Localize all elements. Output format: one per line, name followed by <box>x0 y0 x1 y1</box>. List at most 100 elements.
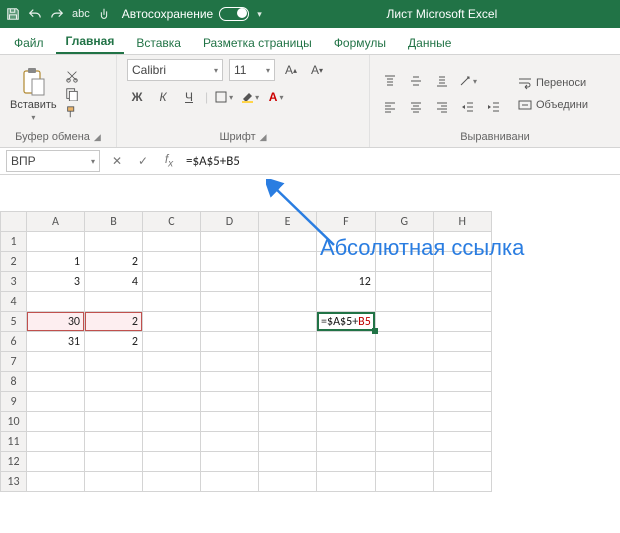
cut-icon[interactable] <box>65 69 79 83</box>
cell[interactable]: 31 <box>27 332 85 352</box>
autosave-switch-icon[interactable] <box>219 7 249 21</box>
col-header[interactable]: F <box>317 212 376 232</box>
formula-abs-ref: $A$5 <box>327 315 352 329</box>
increase-indent-icon[interactable] <box>484 97 504 117</box>
align-center-icon[interactable] <box>406 97 426 117</box>
row-header[interactable]: 1 <box>1 232 27 252</box>
font-dialog-icon[interactable]: ◢ <box>260 132 267 143</box>
fill-handle[interactable] <box>372 328 378 334</box>
tab-home[interactable]: Главная <box>56 30 125 54</box>
spellcheck-icon[interactable]: abc <box>72 8 90 20</box>
group-clipboard-label: Буфер обмена <box>15 131 90 143</box>
cell[interactable]: 2 <box>85 332 143 352</box>
autosave-toggle[interactable]: Автосохранение <box>122 7 249 21</box>
row-header[interactable]: 8 <box>1 372 27 392</box>
font-size-value: 11 <box>234 63 246 77</box>
name-box-value: ВПР <box>11 154 36 168</box>
row-header[interactable]: 4 <box>1 292 27 312</box>
italic-button[interactable]: К <box>153 87 173 107</box>
quick-access-toolbar: abc <box>6 7 110 21</box>
format-painter-icon[interactable] <box>65 105 79 119</box>
insert-function-icon[interactable]: fx <box>158 152 180 169</box>
undo-icon[interactable] <box>28 7 42 21</box>
cell-referenced-abs[interactable]: 30 <box>27 312 85 332</box>
col-header[interactable]: B <box>85 212 143 232</box>
cell[interactable]: 3 <box>27 272 85 292</box>
ribbon-tabs: Файл Главная Вставка Разметка страницы Ф… <box>0 28 620 55</box>
tab-data[interactable]: Данные <box>398 32 461 54</box>
title-bar: abc Автосохранение ▾ Лист Microsoft Exce… <box>0 0 620 28</box>
group-font: Calibri▾ 11▾ A▴ A▾ Ж К Ч | A Шрифт◢ <box>117 55 370 147</box>
cancel-formula-icon[interactable]: ✕ <box>106 154 128 168</box>
group-alignment: Переноси Объедини Выравнивани <box>370 55 620 147</box>
row-header[interactable]: 12 <box>1 452 27 472</box>
borders-icon[interactable] <box>214 87 234 107</box>
font-color-icon[interactable]: A <box>266 87 286 107</box>
fill-color-icon[interactable] <box>240 87 260 107</box>
enter-formula-icon[interactable]: ✓ <box>132 154 154 168</box>
row-header[interactable]: 10 <box>1 412 27 432</box>
formula-bar: ВПР▾ ✕ ✓ fx =$A$5+B5 <box>0 148 620 175</box>
redo-icon[interactable] <box>50 7 64 21</box>
row-header[interactable]: 7 <box>1 352 27 372</box>
col-header[interactable]: G <box>375 212 433 232</box>
font-name-select[interactable]: Calibri▾ <box>127 59 223 81</box>
tab-page-layout[interactable]: Разметка страницы <box>193 32 322 54</box>
autosave-label: Автосохранение <box>122 7 213 21</box>
cell[interactable]: 1 <box>27 252 85 272</box>
bold-button[interactable]: Ж <box>127 87 147 107</box>
align-right-icon[interactable] <box>432 97 452 117</box>
font-size-select[interactable]: 11▾ <box>229 59 275 81</box>
col-header[interactable]: D <box>201 212 259 232</box>
cell[interactable]: 4 <box>85 272 143 292</box>
save-icon[interactable] <box>6 7 20 21</box>
formula-input[interactable]: =$A$5+B5 <box>180 154 620 169</box>
tab-insert[interactable]: Вставка <box>126 32 191 54</box>
cell-referenced-rel[interactable]: 2 <box>85 312 143 332</box>
wrap-text-label: Переноси <box>536 77 586 89</box>
active-cell[interactable]: =$A$5+B5 <box>317 312 376 332</box>
underline-button[interactable]: Ч <box>179 87 199 107</box>
decrease-indent-icon[interactable] <box>458 97 478 117</box>
copy-icon[interactable] <box>65 87 79 101</box>
increase-font-icon[interactable]: A▴ <box>281 60 301 80</box>
qat-customize-icon[interactable]: ▾ <box>257 9 262 20</box>
font-name-value: Calibri <box>132 63 166 77</box>
col-header[interactable]: H <box>433 212 491 232</box>
row-header[interactable]: 13 <box>1 472 27 492</box>
align-bottom-icon[interactable] <box>432 71 452 91</box>
select-all-corner[interactable] <box>1 212 27 232</box>
col-header[interactable]: C <box>143 212 201 232</box>
tab-file[interactable]: Файл <box>4 32 54 54</box>
row-header[interactable]: 3 <box>1 272 27 292</box>
merge-label: Объедини <box>536 99 588 111</box>
paste-button[interactable]: Вставить ▾ <box>10 67 57 122</box>
wrap-text-button[interactable]: Переноси <box>518 76 588 90</box>
decrease-font-icon[interactable]: A▾ <box>307 60 327 80</box>
row-header[interactable]: 9 <box>1 392 27 412</box>
col-header[interactable]: A <box>27 212 85 232</box>
align-left-icon[interactable] <box>380 97 400 117</box>
group-alignment-label: Выравнивани <box>460 131 530 143</box>
ribbon: Вставить ▾ Буфер обмена ◢ Calibri▾ 11▾ A▴… <box>0 55 620 148</box>
align-top-icon[interactable] <box>380 71 400 91</box>
row-header[interactable]: 5 <box>1 312 27 332</box>
row-header[interactable]: 2 <box>1 252 27 272</box>
cell[interactable]: 12 <box>317 272 376 292</box>
row-header[interactable]: 11 <box>1 432 27 452</box>
row-header[interactable]: 6 <box>1 332 27 352</box>
align-middle-icon[interactable] <box>406 71 426 91</box>
worksheet-grid[interactable]: A B C D E F G H 1 212 33412 4 5 30 2 =$A… <box>0 211 620 492</box>
group-font-label: Шрифт <box>219 131 255 143</box>
col-header[interactable]: E <box>259 212 317 232</box>
group-clipboard: Вставить ▾ Буфер обмена ◢ <box>0 55 117 147</box>
formula-rel-ref: B5 <box>358 315 371 329</box>
clipboard-dialog-icon[interactable]: ◢ <box>94 132 101 143</box>
tab-formulas[interactable]: Формулы <box>324 32 396 54</box>
orientation-icon[interactable] <box>458 71 478 91</box>
name-box[interactable]: ВПР▾ <box>6 150 100 172</box>
merge-button[interactable]: Объедини <box>518 98 588 112</box>
paste-label: Вставить <box>10 99 57 111</box>
touch-icon[interactable] <box>98 7 110 21</box>
cell[interactable]: 2 <box>85 252 143 272</box>
